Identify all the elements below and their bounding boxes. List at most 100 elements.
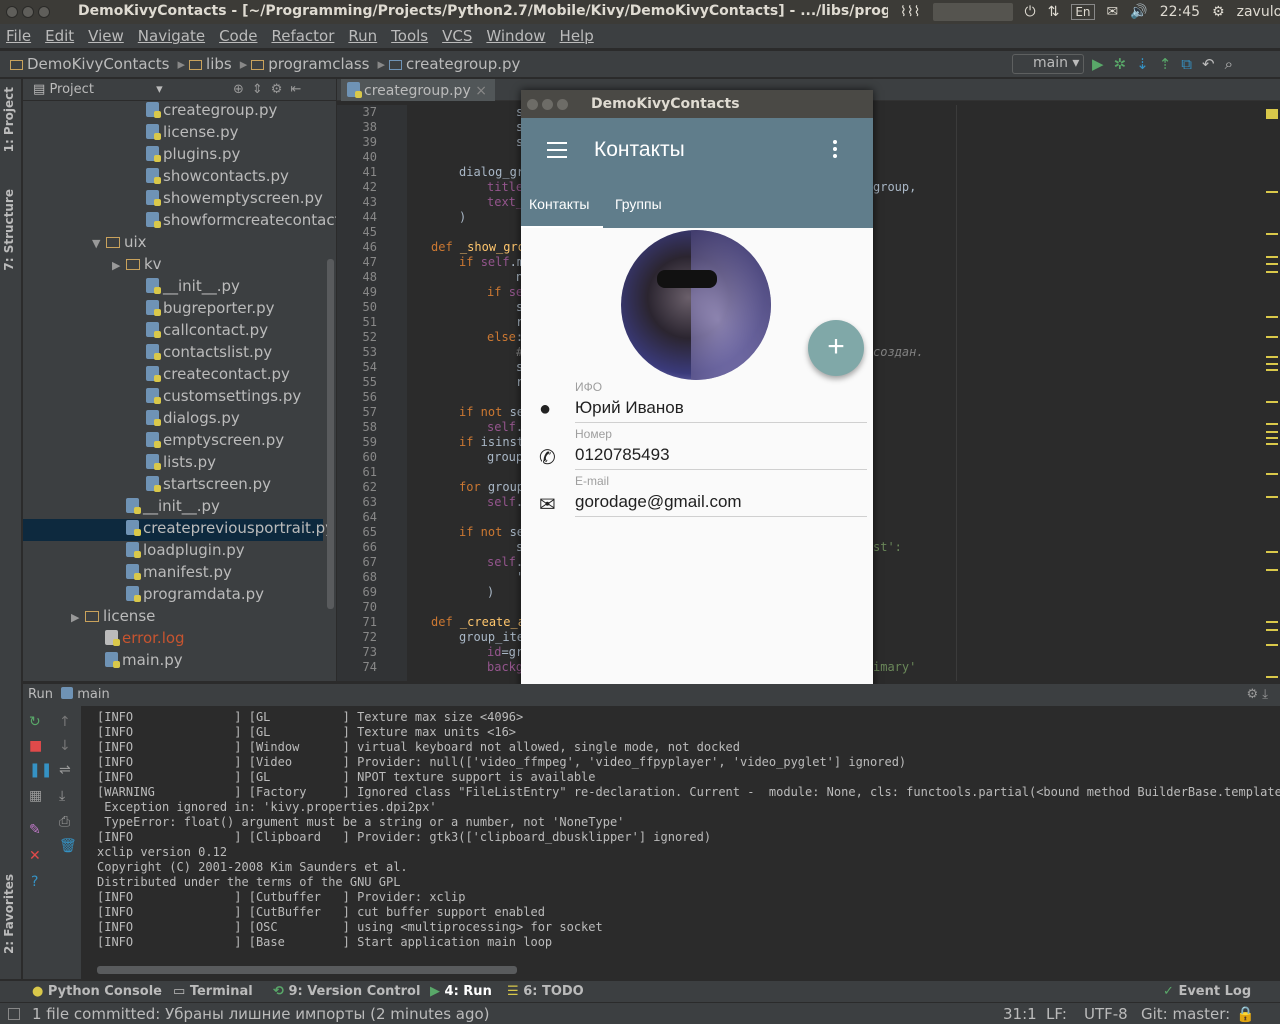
breadcrumb-item[interactable]: DemoKivyContacts xyxy=(10,55,170,73)
file-encoding[interactable]: UTF-8 xyxy=(1084,1005,1128,1023)
power-icon[interactable]: ⏻ xyxy=(1025,4,1036,20)
minimize-window-button[interactable] xyxy=(22,6,34,18)
close-window-button[interactable] xyxy=(527,99,538,110)
menu-help[interactable]: Help xyxy=(560,27,594,45)
pause-icon[interactable]: ❚❚ xyxy=(29,762,52,778)
project-view-select[interactable]: Project xyxy=(49,82,93,97)
tree-item[interactable]: showcontacts.py xyxy=(23,167,323,189)
rerun-icon[interactable]: ↻ xyxy=(29,714,41,730)
breadcrumb-item[interactable]: programclass xyxy=(240,55,370,73)
volume-icon[interactable]: 🔊 xyxy=(1130,4,1147,20)
project-panel-tools[interactable]: ⊕⇕⚙⇤ xyxy=(233,82,309,97)
soft-wrap-icon[interactable]: ⇌ xyxy=(59,762,71,778)
minimize-window-button[interactable] xyxy=(542,99,553,110)
tool-window-favorites[interactable]: 2: Favorites xyxy=(2,874,16,954)
tool-window-project[interactable]: 1: Project xyxy=(2,87,16,152)
chevron-right-icon[interactable]: ▶ xyxy=(71,611,85,624)
breadcrumb-item[interactable]: creategroup.py xyxy=(378,55,520,73)
project-panel-header[interactable]: ▤ Project ▾ ⊕⇕⚙⇤ xyxy=(23,79,336,101)
close-icon[interactable]: ✕ xyxy=(29,848,41,864)
phone-field-value[interactable]: 0120785493 xyxy=(575,445,670,465)
vcs-commit-icon[interactable]: ⇡ xyxy=(1159,55,1172,73)
tool-todo[interactable]: ☰ 6: TODO xyxy=(507,984,584,999)
menu-file[interactable]: File xyxy=(6,27,31,45)
close-window-button[interactable] xyxy=(6,6,18,18)
stop-icon[interactable]: ■ xyxy=(29,738,42,754)
help-icon[interactable]: ? xyxy=(31,874,38,890)
console-scrollbar[interactable] xyxy=(97,966,517,974)
tree-item[interactable]: startscreen.py xyxy=(23,475,323,497)
email-field[interactable]: ✉ E-mail gorodage@gmail.com xyxy=(521,474,873,520)
menu-hamburger-icon[interactable] xyxy=(547,142,567,158)
menu-tools[interactable]: Tools xyxy=(391,27,428,45)
tree-item[interactable]: dialogs.py xyxy=(23,409,323,431)
chevron-down-icon[interactable]: ▼ xyxy=(92,237,106,250)
phone-field[interactable]: ✆ Номер 0120785493 xyxy=(521,427,873,473)
tree-item[interactable]: callcontact.py xyxy=(23,321,323,343)
tree-item[interactable]: bugreporter.py xyxy=(23,299,323,321)
mail-icon[interactable]: ✉ xyxy=(1107,4,1119,20)
name-field-value[interactable]: Юрий Иванов xyxy=(575,398,684,418)
warning-indicator-icon[interactable] xyxy=(1266,109,1278,119)
keyboard-layout-indicator[interactable]: En xyxy=(1071,4,1095,20)
error-stripe[interactable] xyxy=(1266,101,1280,681)
menu-refactor[interactable]: Refactor xyxy=(271,27,334,45)
tree-item[interactable]: programdata.py xyxy=(23,585,323,607)
gear-icon[interactable]: ⚙ xyxy=(1212,4,1225,20)
print-icon[interactable]: ⎙ xyxy=(59,814,70,830)
tool-window-structure[interactable]: 7: Structure xyxy=(2,189,16,271)
user-name[interactable]: zavulon xyxy=(1237,4,1280,20)
sound-waveform-icon[interactable]: ⌇⌇⌇ xyxy=(900,4,921,20)
console-output[interactable]: [INFO ] [GL ] Texture max size <4096> [IN… xyxy=(97,710,1280,950)
menu-edit[interactable]: Edit xyxy=(45,27,74,45)
tree-item[interactable]: ▶ license xyxy=(23,607,323,629)
tool-version-control[interactable]: ⟲ 9: Version Control xyxy=(273,984,420,999)
tree-item[interactable]: showformcreatecontact.py xyxy=(23,211,336,233)
menu-code[interactable]: Code xyxy=(219,27,257,45)
tab-contacts[interactable]: Контакты xyxy=(529,196,589,212)
tree-item[interactable]: ▼ uix xyxy=(23,233,323,255)
tree-item[interactable]: manifest.py xyxy=(23,563,323,585)
vcs-update-icon[interactable]: ⇣ xyxy=(1136,55,1149,73)
close-tab-icon[interactable]: × xyxy=(475,83,487,99)
pin-icon[interactable]: ✎ xyxy=(29,822,41,838)
scroll-up-icon[interactable]: ↑ xyxy=(59,714,71,730)
menu-navigate[interactable]: Navigate xyxy=(138,27,205,45)
email-field-value[interactable]: gorodage@gmail.com xyxy=(575,492,742,512)
tool-python-console[interactable]: ● Python Console xyxy=(32,984,162,999)
tree-item[interactable]: error.log xyxy=(23,629,323,651)
tree-item[interactable]: plugins.py xyxy=(23,145,323,167)
name-field[interactable]: ● ИФО Юрий Иванов xyxy=(521,380,873,426)
run-panel-settings-icon[interactable]: ⚙ ⤓ xyxy=(1246,687,1268,702)
tree-item[interactable]: lists.py xyxy=(23,453,323,475)
run-config-name[interactable]: main xyxy=(77,687,109,702)
revert-icon[interactable]: ↶ xyxy=(1202,55,1215,73)
add-contact-button[interactable]: + xyxy=(808,320,864,376)
tree-item[interactable]: createcontact.py xyxy=(23,365,323,387)
maximize-window-button[interactable] xyxy=(38,6,50,18)
tool-event-log[interactable]: ✓ Event Log xyxy=(1163,984,1251,999)
tree-item[interactable]: license.py xyxy=(23,123,323,145)
lock-icon[interactable]: 🔒 xyxy=(1236,1005,1255,1023)
tree-item[interactable]: contactslist.py xyxy=(23,343,323,365)
more-vertical-icon[interactable] xyxy=(833,140,837,161)
tray-search-box[interactable] xyxy=(932,3,1013,21)
maximize-window-button[interactable] xyxy=(557,99,568,110)
layout-icon[interactable]: ▦ xyxy=(29,788,42,804)
chevron-right-icon[interactable]: ▶ xyxy=(112,259,126,272)
scroll-to-end-icon[interactable]: ⤓ xyxy=(59,788,65,804)
git-branch[interactable]: Git: master: xyxy=(1141,1005,1230,1023)
tree-item[interactable]: emptyscreen.py xyxy=(23,431,323,453)
caret-position[interactable]: 31:1 xyxy=(1003,1005,1037,1023)
toggle-tool-windows-icon[interactable] xyxy=(8,1008,20,1020)
tree-item[interactable]: loadplugin.py xyxy=(23,541,323,563)
tree-item[interactable]: ▶ kv xyxy=(23,255,323,277)
debug-icon[interactable]: ✲ xyxy=(1114,55,1127,73)
tree-item[interactable]: showemptyscreen.py xyxy=(23,189,323,211)
menu-view[interactable]: View xyxy=(88,27,124,45)
search-everywhere-icon[interactable]: ⌕ xyxy=(1225,55,1233,73)
tree-item[interactable]: customsettings.py xyxy=(23,387,323,409)
tree-item[interactable]: main.py xyxy=(23,651,323,673)
window-controls[interactable] xyxy=(6,6,54,22)
line-separator[interactable]: LF: xyxy=(1046,1005,1067,1023)
